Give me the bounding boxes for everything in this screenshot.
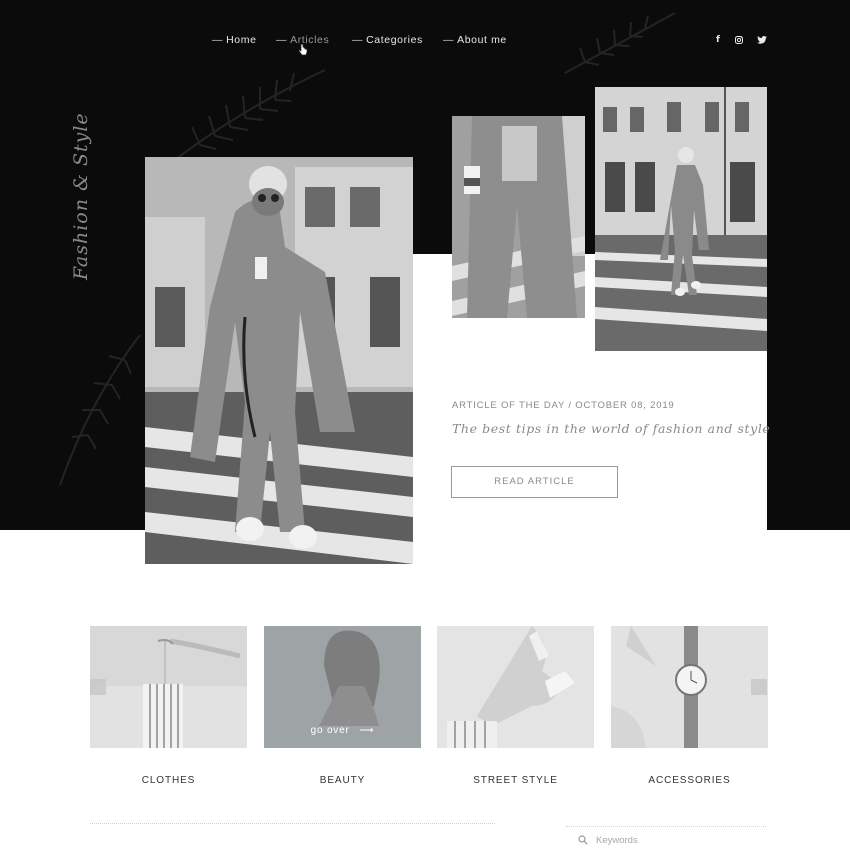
nav-dash: — xyxy=(352,34,364,46)
fern-decoration xyxy=(174,69,326,161)
nav-item-label: Categories xyxy=(366,34,423,46)
nav-dash: — xyxy=(212,34,224,46)
nav-item-categories[interactable]: — Categories xyxy=(352,34,423,46)
category-card-beauty[interactable]: go over ⟶ xyxy=(264,626,421,748)
brand-script-title: Fashion & Style xyxy=(70,112,92,280)
search-input[interactable] xyxy=(596,833,756,847)
hero-tertiary-photo[interactable] xyxy=(595,87,767,351)
read-article-button[interactable]: READ ARTICLE xyxy=(451,466,618,498)
twitter-icon[interactable] xyxy=(757,36,767,44)
nav-item-label: Home xyxy=(226,34,257,46)
article-meta: ARTICLE OF THE DAY / OCTOBER 08, 2019 xyxy=(452,400,675,411)
instagram-icon[interactable] xyxy=(735,36,743,44)
nav-dash: — xyxy=(443,34,455,46)
hero-main-photo[interactable] xyxy=(145,157,413,564)
search-icon xyxy=(578,835,588,845)
nav-item-label: Articles xyxy=(290,34,330,46)
nav-item-about[interactable]: — About me xyxy=(443,34,507,46)
category-card-accessories[interactable] xyxy=(611,626,768,748)
facebook-icon[interactable]: f xyxy=(716,35,720,45)
hand-cursor-icon xyxy=(298,44,308,56)
category-label-clothes[interactable]: CLOTHES xyxy=(90,775,247,786)
search-box[interactable] xyxy=(566,826,766,850)
fern-decoration xyxy=(59,334,141,486)
category-card-clothes[interactable] xyxy=(90,626,247,748)
hero-secondary-photo[interactable] xyxy=(452,116,585,318)
go-over-link[interactable]: go over ⟶ xyxy=(264,725,421,736)
section-divider xyxy=(90,823,495,824)
category-label-street-style[interactable]: STREET STYLE xyxy=(437,775,594,786)
carousel-prev-button[interactable] xyxy=(90,679,106,695)
category-card-street-style[interactable] xyxy=(437,626,594,748)
main-nav: — Home — Articles — Categories — About me xyxy=(0,34,850,48)
nav-dash: — xyxy=(276,34,288,46)
go-over-label: go over xyxy=(310,725,350,736)
carousel-next-button[interactable] xyxy=(751,679,767,695)
nav-item-home[interactable]: — Home xyxy=(212,34,257,46)
arrow-right-icon: ⟶ xyxy=(359,725,375,736)
nav-item-label: About me xyxy=(457,34,507,46)
category-label-beauty[interactable]: BEAUTY xyxy=(264,775,421,786)
article-tagline[interactable]: The best tips in the world of fashion an… xyxy=(452,421,770,436)
category-label-accessories[interactable]: ACCESSORIES xyxy=(611,775,768,786)
